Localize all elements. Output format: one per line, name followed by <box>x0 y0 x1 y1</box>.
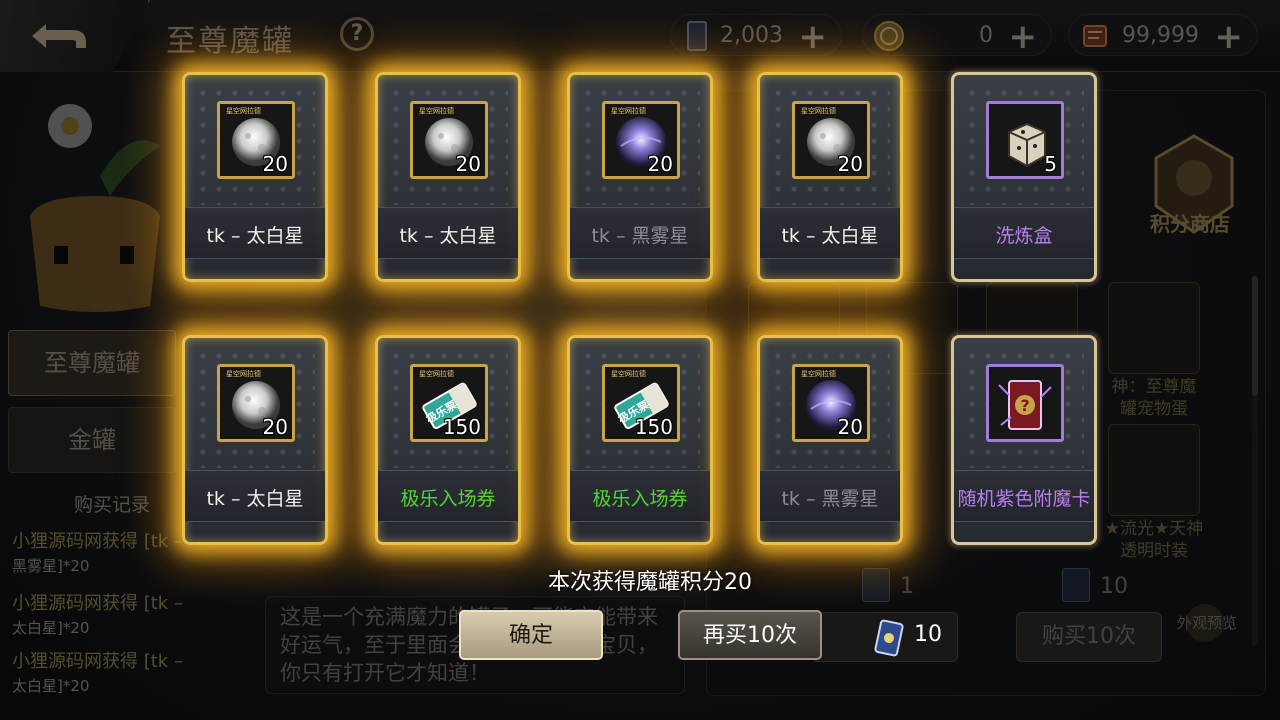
reward-card[interactable]: 星空网拉德 20 tk – 黑雾星 <box>567 72 713 282</box>
reward-points-message: 本次获得魔罐积分20 <box>548 570 752 595</box>
item-source-tag: 星空网拉德 <box>801 107 836 115</box>
item-source-tag: 星空网拉德 <box>226 370 261 378</box>
item-icon-frame: 星空网拉德 20 <box>602 101 680 179</box>
item-source-tag: 星空网拉德 <box>611 370 646 378</box>
item-icon-frame: 星空网拉德 20 <box>410 101 488 179</box>
item-name: 极乐入场券 <box>400 488 496 510</box>
rebuy-cost: 10 <box>914 622 942 647</box>
item-icon-frame: 极乐票 星空网拉德 150 <box>410 364 488 442</box>
item-icon-frame: 星空网拉德 20 <box>217 101 295 179</box>
ticket-icon <box>874 619 904 657</box>
reward-overlay: 星空网拉德 20 tk – 太白星 星空网拉德 20 tk – 太白星 星空网拉德 20 tk … <box>0 0 1280 720</box>
item-quantity: 150 <box>634 415 673 439</box>
item-name: 洗炼盒 <box>995 225 1053 247</box>
item-icon-frame: 5 <box>986 101 1064 179</box>
reward-card[interactable]: 5 洗炼盒 <box>951 72 1097 282</box>
item-name: tk – 黑雾星 <box>591 225 689 247</box>
item-quantity: 150 <box>442 415 481 439</box>
item-quantity: 5 <box>1044 152 1057 176</box>
item-icon-frame: 星空网拉德 20 <box>217 364 295 442</box>
item-name: tk – 太白星 <box>781 225 879 247</box>
confirm-button[interactable]: 确定 <box>459 610 603 660</box>
item-icon-frame: 极乐票 星空网拉德 150 <box>602 364 680 442</box>
item-source-tag: 星空网拉德 <box>226 107 261 115</box>
item-quantity: 20 <box>647 152 673 176</box>
item-quantity: 20 <box>262 152 288 176</box>
item-icon-frame: 星空网拉德 20 <box>792 101 870 179</box>
reward-card[interactable]: 极乐票 星空网拉德 150 极乐入场券 <box>567 335 713 545</box>
reward-card[interactable]: ? 随机紫色附魔卡 <box>951 335 1097 545</box>
item-source-tag: 星空网拉德 <box>611 107 646 115</box>
item-icon-frame: 星空网拉德 20 <box>792 364 870 442</box>
item-quantity: 20 <box>837 415 863 439</box>
reward-card[interactable]: 星空网拉德 20 tk – 太白星 <box>375 72 521 282</box>
item-name: tk – 黑雾星 <box>781 488 879 510</box>
svg-text:?: ? <box>1020 396 1029 415</box>
item-name: tk – 太白星 <box>399 225 497 247</box>
item-source-tag: 星空网拉德 <box>801 370 836 378</box>
item-quantity: 20 <box>262 415 288 439</box>
item-source-tag: 星空网拉德 <box>419 370 454 378</box>
item-name: 极乐入场券 <box>592 488 688 510</box>
item-quantity: 20 <box>837 152 863 176</box>
buy-again-button[interactable]: 再买10次 <box>678 610 822 660</box>
reward-card[interactable]: 星空网拉德 20 tk – 黑雾星 <box>757 335 903 545</box>
reward-card[interactable]: 星空网拉德 20 tk – 太白星 <box>182 72 328 282</box>
reward-card[interactable]: 极乐票 星空网拉德 150 极乐入场券 <box>375 335 521 545</box>
item-name: 随机紫色附魔卡 <box>957 488 1091 510</box>
item-icon-frame: ? <box>986 364 1064 442</box>
item-quantity: 20 <box>455 152 481 176</box>
item-name: tk – 太白星 <box>206 225 304 247</box>
item-name: tk – 太白星 <box>206 488 304 510</box>
mystery-card-icon: ? <box>998 380 1052 430</box>
item-source-tag: 星空网拉德 <box>419 107 454 115</box>
reward-card[interactable]: 星空网拉德 20 tk – 太白星 <box>182 335 328 545</box>
reward-card[interactable]: 星空网拉德 20 tk – 太白星 <box>757 72 903 282</box>
